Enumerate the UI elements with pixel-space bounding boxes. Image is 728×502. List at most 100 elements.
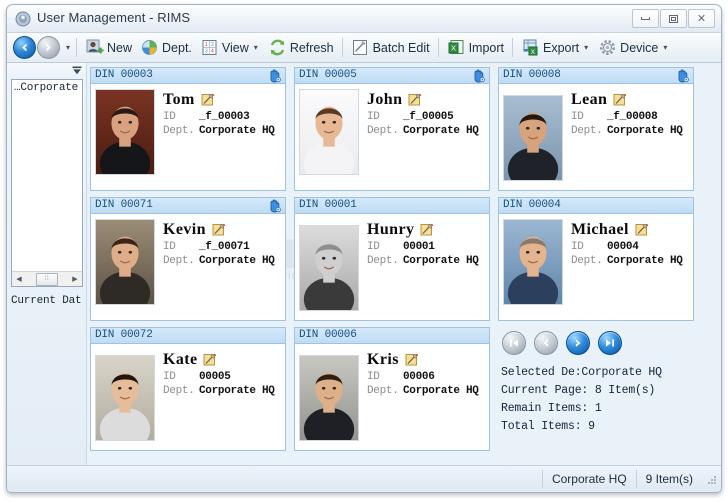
- user-card-body: Lean ID _f_00008 Dept. Corporate HQ: [499, 84, 693, 190]
- user-card[interactable]: DIN 00001 Hunry ID 00001 Dept. Corporate…: [294, 197, 490, 321]
- edit-pencil-icon[interactable]: [201, 93, 215, 107]
- dept-button[interactable]: Dept.: [136, 36, 196, 60]
- minimize-icon: [641, 17, 650, 20]
- edit-pencil-icon[interactable]: [613, 93, 627, 107]
- user-name: Kate: [163, 351, 198, 368]
- status-item-count: 9 Item(s): [635, 469, 702, 488]
- sidebar-header: [7, 63, 86, 79]
- user-card-info: Kevin ID _f_00071 Dept. Corporate HQ: [155, 219, 281, 316]
- user-dept-row: Dept. Corporate HQ: [163, 385, 281, 397]
- collapse-dropdown-icon[interactable]: [70, 64, 83, 77]
- user-dept-label: Dept.: [163, 255, 195, 267]
- user-name-row: Hunry: [367, 221, 485, 239]
- user-name-row: Michael: [571, 221, 689, 239]
- user-card-body: Hunry ID 00001 Dept. Corporate HQ: [295, 214, 489, 320]
- user-dept-row: Dept. Corporate HQ: [571, 125, 689, 137]
- edit-pencil-icon[interactable]: [420, 223, 434, 237]
- user-id-row: ID _f_00005: [367, 111, 485, 123]
- device-gear-icon: [598, 38, 617, 57]
- toolbar-separator: [76, 38, 78, 57]
- user-card-header: DIN 00004: [499, 198, 693, 214]
- view-dropdown-caret-icon[interactable]: ▾: [254, 43, 258, 52]
- hand-scan-icon[interactable]: [267, 68, 282, 83]
- next-page-button[interactable]: [566, 331, 590, 355]
- user-photo: [95, 354, 155, 441]
- user-name-row: Kate: [163, 351, 281, 369]
- user-dept-row: Dept. Corporate HQ: [367, 125, 485, 137]
- user-dept-label: Dept.: [367, 125, 399, 137]
- previous-page-button[interactable]: [534, 331, 558, 355]
- user-card-header: DIN 00072: [91, 328, 285, 344]
- import-button[interactable]: X Import: [443, 36, 508, 60]
- user-card[interactable]: DIN 00005 John ID _f_00005 Dept. Corpora…: [294, 67, 490, 191]
- user-card[interactable]: DIN 00006 Kris ID 00006 Dept. Corporate …: [294, 327, 490, 451]
- view-grid-icon: 12 34: [200, 38, 219, 57]
- history-dropdown-button[interactable]: ▾: [66, 43, 70, 52]
- batch-edit-button[interactable]: Batch Edit: [347, 36, 434, 60]
- hand-scan-icon[interactable]: [267, 198, 282, 213]
- export-button[interactable]: X Export ▾: [517, 36, 594, 60]
- close-button[interactable]: ✕: [688, 9, 715, 28]
- user-dept-label: Dept.: [163, 125, 195, 137]
- scrollbar-thumb[interactable]: ⦙⦙: [36, 272, 58, 286]
- user-card-din: DIN 00071: [95, 199, 153, 211]
- first-page-button[interactable]: [502, 331, 526, 355]
- maximize-icon: [669, 14, 678, 23]
- forward-button[interactable]: [37, 36, 60, 59]
- refresh-button[interactable]: Refresh: [264, 36, 338, 60]
- user-photo: [503, 94, 563, 181]
- edit-pencil-icon[interactable]: [212, 223, 226, 237]
- user-photo: [299, 224, 359, 311]
- export-button-label: Export: [543, 40, 580, 55]
- device-dropdown-caret-icon[interactable]: ▾: [663, 43, 667, 52]
- application-window: User Management - RIMS ✕ ▾ New Dept. 1 2…: [6, 4, 722, 493]
- department-tree[interactable]: …Corporate ◀ ⦙⦙ ▶: [11, 79, 83, 287]
- user-card-header: DIN 00006: [295, 328, 489, 344]
- user-photo: [299, 354, 359, 441]
- batch-edit-button-label: Batch Edit: [372, 40, 430, 55]
- hand-scan-icon[interactable]: [675, 68, 690, 83]
- user-card-din: DIN 00006: [299, 329, 357, 341]
- svg-text:4: 4: [211, 49, 214, 55]
- user-card[interactable]: DIN 00072 Kate ID 00005 Dept. Corporate …: [90, 327, 286, 451]
- user-card-header: DIN 00001: [295, 198, 489, 214]
- edit-pencil-icon[interactable]: [203, 353, 217, 367]
- new-button[interactable]: New: [81, 36, 136, 60]
- scroll-right-arrow-icon[interactable]: ▶: [68, 273, 82, 286]
- user-card[interactable]: DIN 00008 Lean ID _f_00008 Dept. Corpora…: [498, 67, 694, 191]
- minimize-button[interactable]: [632, 9, 659, 28]
- user-dept-label: Dept.: [571, 255, 603, 267]
- tree-item-corporate[interactable]: …Corporate: [12, 80, 82, 94]
- svg-text:X: X: [531, 49, 536, 56]
- view-button[interactable]: 12 34 View ▾: [196, 36, 264, 60]
- user-name: Hunry: [367, 221, 415, 238]
- resize-grip-icon[interactable]: [702, 471, 718, 487]
- user-photo: [95, 219, 155, 305]
- user-card[interactable]: DIN 00004 Michael ID 00004 Dept. Corpora…: [498, 197, 694, 321]
- user-id-label: ID: [163, 241, 176, 253]
- toolbar-separator: [437, 38, 439, 57]
- user-name-row: John: [367, 91, 485, 109]
- user-id-label: ID: [571, 241, 584, 253]
- user-cards-panel: sure Professional Service Provider DIN 0…: [87, 63, 721, 465]
- user-card-din: DIN 00072: [95, 329, 153, 341]
- export-dropdown-caret-icon[interactable]: ▾: [584, 43, 588, 52]
- window-controls: ✕: [632, 9, 715, 28]
- device-button[interactable]: Device ▾: [594, 36, 673, 60]
- scroll-left-arrow-icon[interactable]: ◀: [12, 273, 26, 286]
- hand-scan-icon[interactable]: [471, 68, 486, 83]
- user-id-label: ID: [367, 371, 380, 383]
- user-card[interactable]: DIN 00071 Kevin ID _f_00071 Dept. Corpor…: [90, 197, 286, 321]
- import-excel-icon: X: [447, 38, 466, 57]
- user-card-din: DIN 00004: [503, 199, 561, 211]
- user-id-label: ID: [367, 111, 380, 123]
- edit-pencil-icon[interactable]: [635, 223, 649, 237]
- user-dept-row: Dept. Corporate HQ: [163, 125, 281, 137]
- maximize-button[interactable]: [660, 9, 687, 28]
- edit-pencil-icon[interactable]: [408, 93, 422, 107]
- edit-pencil-icon[interactable]: [405, 353, 419, 367]
- back-button[interactable]: [13, 36, 36, 59]
- user-card[interactable]: DIN 00003 Tom ID _f_00003 Dept. Corporat…: [90, 67, 286, 191]
- last-page-button[interactable]: [598, 331, 622, 355]
- tree-horizontal-scrollbar[interactable]: ◀ ⦙⦙ ▶: [12, 271, 82, 286]
